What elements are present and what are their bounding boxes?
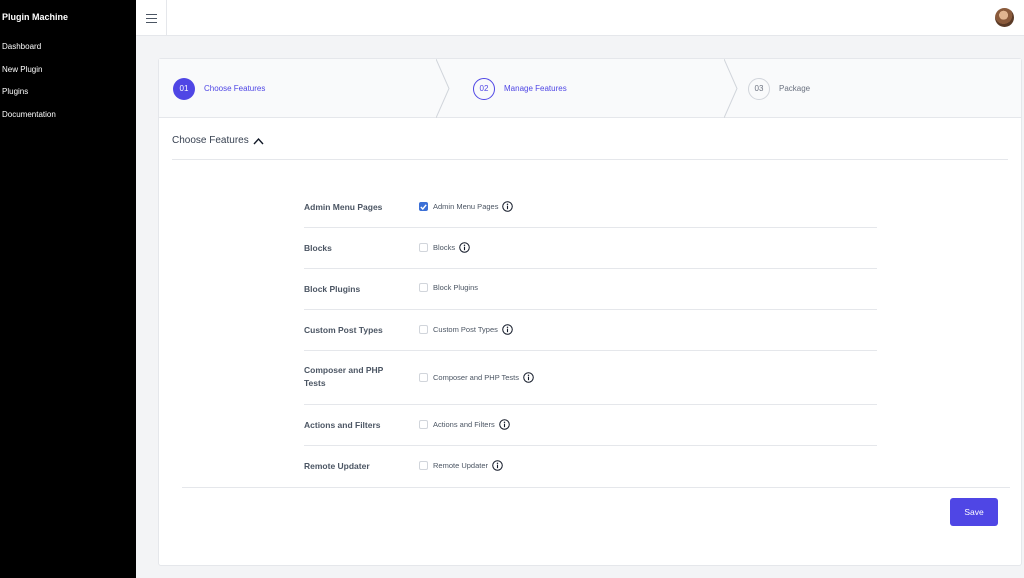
option-label: Custom Post Types <box>433 325 498 334</box>
feature-row-remote-updater: Remote Updater Remote Updater <box>304 446 877 487</box>
top-bar <box>136 0 1024 36</box>
feature-label: Composer and PHP Tests <box>304 365 384 388</box>
step-manage-features[interactable]: 02 Manage Features <box>473 59 567 118</box>
custom-post-types-checkbox[interactable] <box>419 325 428 334</box>
step-label: Manage Features <box>504 84 567 93</box>
info-icon[interactable] <box>459 242 470 253</box>
remote-updater-checkbox[interactable] <box>419 461 428 470</box>
feature-option[interactable]: Admin Menu Pages <box>419 201 514 212</box>
feature-option[interactable]: Remote Updater <box>419 460 503 471</box>
check-icon <box>420 203 427 210</box>
composer-php-tests-checkbox[interactable] <box>419 373 428 382</box>
feature-row-blocks: Blocks Blocks <box>304 228 877 269</box>
feature-wizard-card: 01 Choose Features 02 Manage Features 03… <box>158 58 1022 566</box>
sidebar: Plugin Machine Dashboard New Plugin Plug… <box>0 0 136 578</box>
info-icon[interactable] <box>523 372 534 383</box>
hamburger-icon <box>145 13 157 23</box>
feature-row-composer-php-tests: Composer and PHP Tests Composer and PHP … <box>304 351 877 405</box>
divider <box>182 487 1010 488</box>
info-icon[interactable] <box>498 419 510 430</box>
block-plugins-checkbox[interactable] <box>419 283 428 292</box>
step-package[interactable]: 03 Package <box>748 59 810 118</box>
sidebar-item-dashboard[interactable]: Dashboard <box>0 36 136 59</box>
step-number: 02 <box>473 77 495 100</box>
info-icon[interactable] <box>492 460 503 471</box>
feature-option[interactable]: Actions and Filters <box>419 419 510 430</box>
step-separator-icon <box>724 59 738 118</box>
brand-title: Plugin Machine <box>2 12 69 22</box>
blocks-checkbox[interactable] <box>419 243 428 252</box>
divider <box>172 159 1008 160</box>
feature-row-actions-filters: Actions and Filters Actions and Filters <box>304 405 877 446</box>
sidebar-item-new-plugin[interactable]: New Plugin <box>0 59 136 82</box>
option-label: Composer and PHP Tests <box>433 373 520 382</box>
section-toggle[interactable]: Choose Features <box>172 135 264 146</box>
feature-option[interactable]: Composer and PHP Tests <box>419 372 534 383</box>
step-choose-features[interactable]: 01 Choose Features <box>173 59 265 118</box>
save-button[interactable]: Save <box>950 498 998 526</box>
option-label: Actions and Filters <box>433 420 495 429</box>
chevron-up-icon <box>253 137 264 144</box>
step-separator-icon <box>436 59 450 118</box>
feature-label: Blocks <box>304 243 332 253</box>
info-icon[interactable] <box>502 201 514 212</box>
feature-option[interactable]: Custom Post Types <box>419 324 513 335</box>
sidebar-item-documentation[interactable]: Documentation <box>0 104 136 127</box>
section-title: Choose Features <box>172 135 249 146</box>
step-number: 03 <box>748 77 770 100</box>
menu-toggle-button[interactable] <box>136 0 167 36</box>
info-icon[interactable] <box>502 324 513 335</box>
step-label: Choose Features <box>204 84 266 93</box>
stepper: 01 Choose Features 02 Manage Features 03… <box>159 59 1021 118</box>
option-label: Admin Menu Pages <box>433 202 499 211</box>
sidebar-item-plugins[interactable]: Plugins <box>0 81 136 104</box>
feature-label: Block Plugins <box>304 284 361 294</box>
admin-menu-pages-checkbox[interactable] <box>419 202 428 211</box>
step-number: 01 <box>173 77 195 100</box>
feature-option[interactable]: Blocks <box>419 242 470 253</box>
feature-label: Remote Updater <box>304 461 370 471</box>
feature-label: Custom Post Types <box>304 325 383 335</box>
feature-label: Actions and Filters <box>304 420 381 430</box>
feature-row-custom-post-types: Custom Post Types Custom Post Types <box>304 310 877 351</box>
feature-row-block-plugins: Block Plugins Block Plugins <box>304 269 877 310</box>
feature-label: Admin Menu Pages <box>304 202 383 212</box>
option-label: Block Plugins <box>433 283 479 292</box>
option-label: Remote Updater <box>433 461 489 470</box>
avatar[interactable] <box>995 8 1014 27</box>
feature-row-admin-menu-pages: Admin Menu Pages Admin Menu Pages <box>304 187 877 228</box>
step-label: Package <box>779 84 811 93</box>
option-label: Blocks <box>433 243 456 252</box>
actions-filters-checkbox[interactable] <box>419 420 428 429</box>
feature-option[interactable]: Block Plugins <box>419 283 478 292</box>
